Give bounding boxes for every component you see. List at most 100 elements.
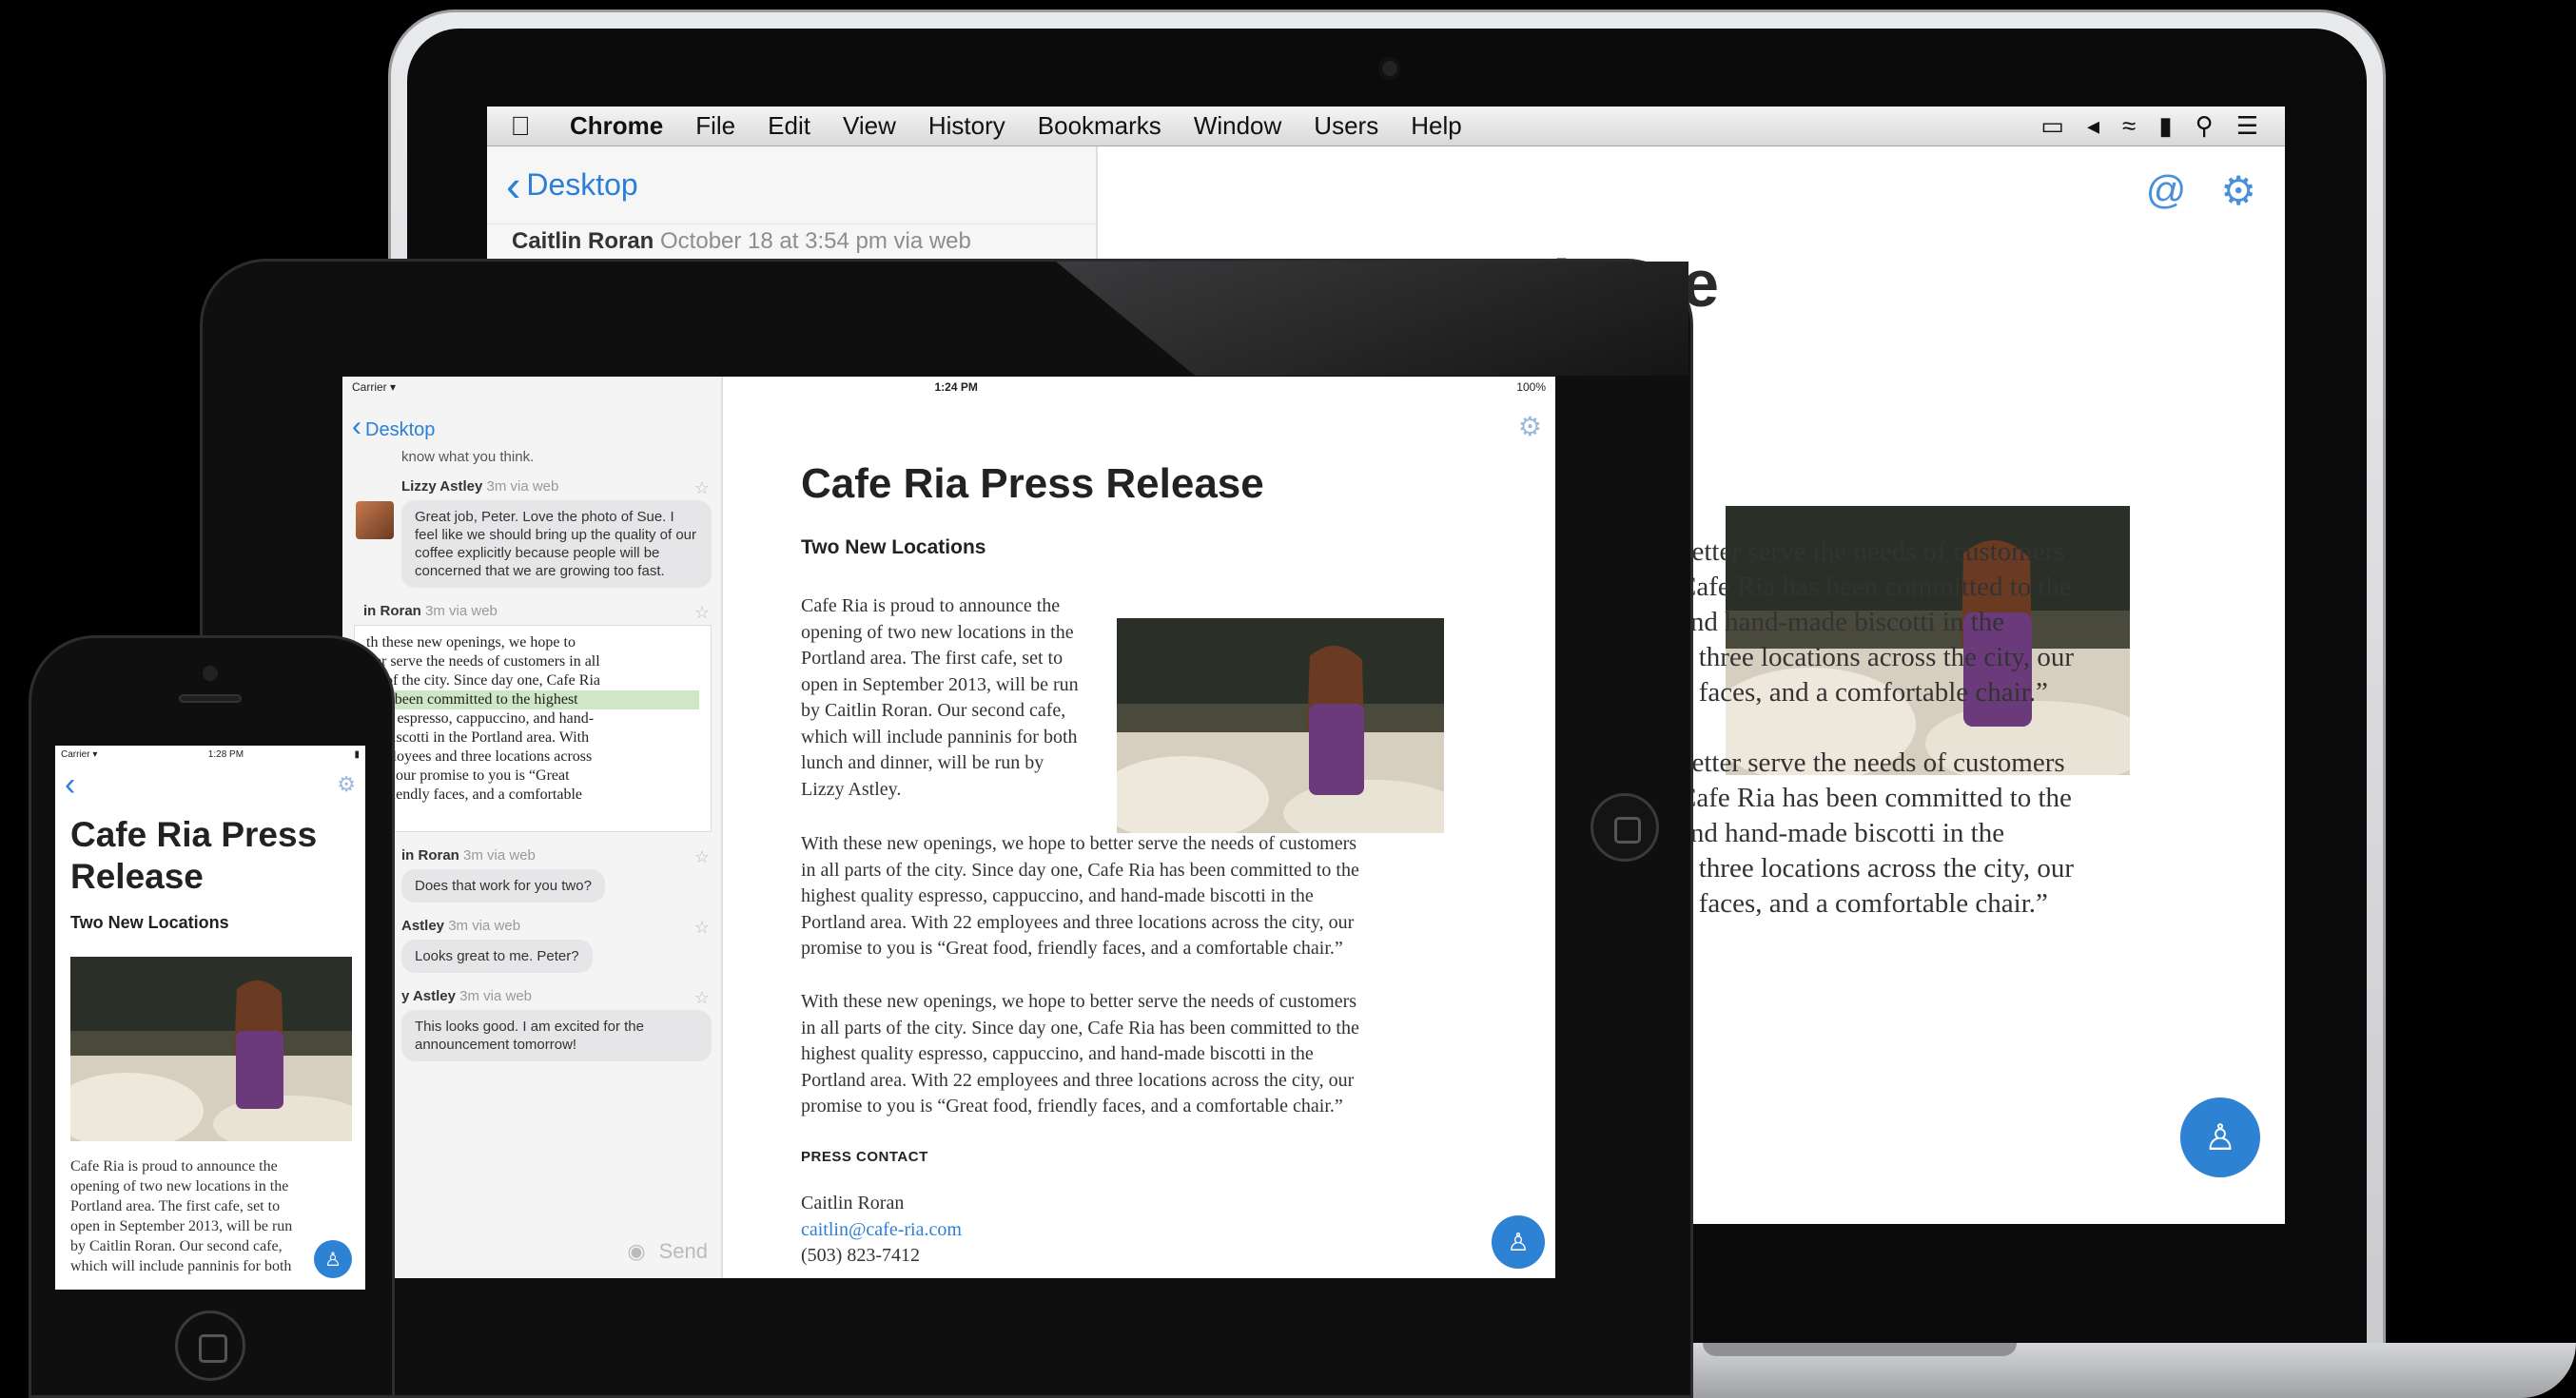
menu-users[interactable]: Users [1298,111,1395,141]
doc-toolbar: @ ⚙ [2146,167,2256,214]
text-line: in all parts of the city. Since day one,… [801,1017,1359,1039]
people-icon: ♙ [2203,1117,2237,1158]
message-bubble: Looks great to me. Peter? [401,940,593,973]
doc-title: Cafe Ria Press Release [801,460,1264,507]
text-line: Cafe Ria has been committed to the [1678,783,2072,813]
tablet-document: ⚙ Cafe Ria Press Release Two New Locatio… [725,377,1555,1278]
message-header: Astley 3m via web [401,918,712,934]
volume-icon[interactable]: ◂ [2087,111,2099,141]
list-item: in Roran 3m via web ☆ Does that work for… [342,842,721,912]
mac-menubar:  Chrome File Edit View History Bookmark… [487,107,2285,146]
text-line: promise to you is “Great food, friendly … [801,1096,1343,1116]
camera-icon[interactable]: ◉ [627,1239,645,1264]
text-line: and hand-made biscotti in the [1678,818,2005,848]
star-icon[interactable]: ☆ [694,918,710,938]
battery-icon[interactable]: ▮ [2158,111,2172,141]
back-button[interactable]: ‹ [65,767,75,804]
quote-line: tter serve the needs of customers in all [366,653,600,670]
intro-paragraph: Cafe Ria is proud to announce the openin… [801,593,1079,803]
text-line: which will include panninis for both [70,1258,292,1274]
barista-photo [1117,618,1444,833]
back-desktop-button[interactable]: ‹ Desktop [487,146,1096,224]
text-line: Portland area. The first cafe, set to [801,648,1064,669]
quote-line: employees and three locations across [366,748,593,765]
gear-icon[interactable]: ⚙ [2220,167,2256,214]
menu-help[interactable]: Help [1395,111,1477,141]
text-line: promise to you is “Great food, friendly … [801,938,1343,959]
star-icon[interactable]: ☆ [694,847,710,867]
text-line: better serve the needs of customers [1678,536,2065,567]
wifi-icon[interactable]: ≈ [2122,111,2136,141]
author: Astley [401,918,445,934]
contact-phone: (503) 823-7412 [801,1245,920,1266]
battery-icon: ▮ [354,748,360,760]
meta: 3m via web [448,918,521,934]
text-line: in all parts of the city. Since day one,… [801,859,1359,881]
notification-list-icon[interactable]: ☰ [2236,111,2258,141]
author: y Astley [401,988,456,1004]
gear-icon[interactable]: ⚙ [337,772,356,797]
text-line: opening of two new locations in the [70,1178,289,1194]
phone-home-button[interactable] [175,1311,245,1381]
meta: 3m via web [459,988,533,1004]
contact-email-link[interactable]: caitlin@cafe-ria.com [801,1217,962,1244]
paragraph-2: better serve the needs of customers Cafe… [1678,746,2074,922]
menu-bookmarks[interactable]: Bookmarks [1022,111,1178,141]
menu-window[interactable]: Window [1178,111,1298,141]
phone-status-bar: Carrier ▾ 1:28 PM ▮ [55,746,365,763]
menu-history[interactable]: History [912,111,1022,141]
meta: 3m via web [486,478,559,495]
menu-view[interactable]: View [827,111,912,141]
doc-subtitle: Two New Locations [801,536,986,558]
star-icon[interactable]: ☆ [694,478,710,498]
phone-camera [203,666,218,681]
laptop-notch [1703,1343,2017,1356]
tablet-screen: ‹ Desktop know what you think. Lizzy Astl… [342,377,1555,1278]
airplay-icon[interactable]: ▭ [2040,111,2064,141]
back-desktop-button[interactable]: ‹ Desktop [352,411,435,443]
menu-edit[interactable]: Edit [751,111,827,141]
message-bubble: Does that work for you two? [401,869,605,903]
carrier: Carrier ▾ [352,380,397,394]
paragraph-1: better serve the needs of customers Cafe… [1678,534,2074,710]
text-line: y faces, and a comfortable chair.” [1678,888,2048,919]
star-icon[interactable]: ☆ [694,603,710,623]
spotlight-search-icon[interactable]: ⚲ [2195,111,2214,141]
tablet-home-button[interactable] [1590,793,1659,862]
list-item: Astley 3m via web ☆ Looks great to me. P… [342,912,721,982]
people-icon: ♙ [324,1249,342,1271]
text-line: Cafe Ria has been committed to the [1678,572,2072,602]
chevron-left-icon: ‹ [65,767,76,803]
list-item: Lizzy Astley 3m via web ☆ Great job, Pet… [342,473,721,597]
star-icon[interactable]: ☆ [694,988,710,1008]
barista-photo [70,957,352,1141]
quote-line: city, our promise to you is “Great [366,767,570,784]
collaborators-button[interactable]: ♙ [2180,1097,2260,1177]
message-list: know what you think. Lizzy Astley 3m via… [342,449,721,1071]
phone-speaker [179,694,242,703]
mention-icon[interactable]: @ [2146,167,2187,214]
collaborators-button[interactable]: ♙ [314,1240,352,1278]
list-item: y Astley 3m via web ☆ This looks good. I… [342,982,721,1071]
tablet-sidebar: ‹ Desktop know what you think. Lizzy Astl… [342,377,723,1278]
chevron-left-icon: ‹ [506,160,521,210]
menu-file[interactable]: File [679,111,751,141]
author: Lizzy Astley [401,478,483,495]
text-line: opening of two new locations in the [801,621,1074,643]
avatar [356,501,394,539]
text-line: Portland area. With 22 employees and thr… [801,911,1355,933]
text-line: highest quality espresso, cappuccino, an… [801,885,1314,906]
quoted-excerpt: th these new openings, we hope to tter s… [354,625,712,832]
gear-icon[interactable]: ⚙ [1518,411,1542,442]
text-line: by Caitlin Roran. Our second cafe, [70,1238,283,1254]
text-line: and hand-made biscotti in the [1678,607,2005,637]
doc-title: Cafe Ria Press Release [70,815,318,896]
text-line: open in September 2013, will be run [801,673,1079,695]
list-item: in Roran 3m via web ☆ th these new openi… [342,597,721,842]
text-line: d three locations across the city, our [1678,642,2075,672]
send-button[interactable]: Send [659,1239,708,1264]
collaborators-button[interactable]: ♙ [1492,1215,1545,1269]
chevron-left-icon: ‹ [352,411,361,442]
apple-icon[interactable]:  [487,111,554,142]
menu-chrome[interactable]: Chrome [554,111,679,141]
